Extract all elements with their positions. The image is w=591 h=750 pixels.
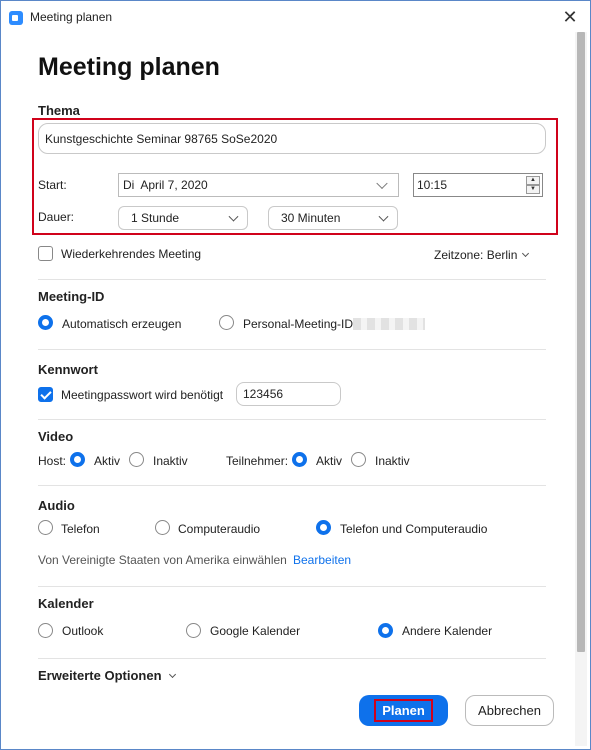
calendar-google-label: Google Kalender <box>210 624 301 638</box>
schedule-meeting-window: Meeting planen ✕ Meeting planen Thema Ku… <box>0 0 591 750</box>
topic-input-value: Kunstgeschichte Seminar 98765 SoSe2020 <box>45 131 278 146</box>
start-label: Start: <box>38 178 67 192</box>
password-value: 123456 <box>243 387 284 401</box>
calendar-other-radio[interactable] <box>378 623 393 638</box>
time-decrement-button[interactable]: ▼ <box>526 185 540 194</box>
page-title: Meeting planen <box>38 53 220 81</box>
duration-minutes-value: 30 Minuten <box>281 211 341 225</box>
calendar-outlook-label: Outlook <box>62 624 104 638</box>
topic-input[interactable]: Kunstgeschichte Seminar 98765 SoSe2020 <box>38 123 546 154</box>
audio-both-label: Telefon und Computeraudio <box>340 522 488 536</box>
close-button[interactable]: ✕ <box>557 5 583 29</box>
video-heading: Video <box>38 429 74 444</box>
divider <box>38 279 546 280</box>
password-required-checkbox[interactable] <box>38 387 53 402</box>
start-date-picker[interactable]: Di April 7, 2020 <box>118 173 399 197</box>
duration-hours-value: 1 Stunde <box>131 211 180 225</box>
audio-computer-radio[interactable] <box>155 520 170 535</box>
window-title: Meeting planen <box>30 10 113 24</box>
meeting-id-heading: Meeting-ID <box>38 289 105 304</box>
calendar-heading: Kalender <box>38 596 94 611</box>
video-participants-label: Teilnehmer: <box>226 454 289 468</box>
start-time-picker[interactable]: 10:15 ▲ ▼ <box>413 173 543 197</box>
recurring-checkbox[interactable] <box>38 246 53 261</box>
divider <box>38 419 546 420</box>
video-host-off-label: Inaktiv <box>153 454 188 468</box>
divider <box>38 485 546 486</box>
video-host-off-radio[interactable] <box>129 452 144 467</box>
cancel-button[interactable]: Abbrechen <box>465 695 554 726</box>
timezone-dropdown[interactable]: Zeitzone: Berlin <box>434 248 517 262</box>
schedule-button-label: Planen <box>374 699 433 722</box>
advanced-options-toggle[interactable]: Erweiterte Optionen <box>38 668 162 683</box>
schedule-button[interactable]: Planen <box>359 695 448 726</box>
meeting-id-personal-label: Personal-Meeting-ID <box>243 317 354 331</box>
calendar-other-label: Andere Kalender <box>402 624 493 638</box>
start-time: 10:15 <box>417 178 448 192</box>
chevron-down-icon <box>378 211 389 222</box>
dial-in-text: Von Vereinigte Staaten von Amerika einwä… <box>38 553 287 567</box>
chevron-down-icon <box>168 670 177 679</box>
calendar-google-radio[interactable] <box>186 623 201 638</box>
redacted-personal-id <box>353 318 425 330</box>
title-bar: Meeting planen ✕ <box>1 1 590 33</box>
video-host-on-label: Aktiv <box>94 454 121 468</box>
topic-heading: Thema <box>38 103 80 118</box>
meeting-id-auto-radio[interactable] <box>38 315 53 330</box>
edit-dial-in-link[interactable]: Bearbeiten <box>293 553 351 567</box>
video-host-on-radio[interactable] <box>70 452 85 467</box>
duration-minutes-select[interactable]: 30 Minuten <box>268 206 398 230</box>
audio-telephone-radio[interactable] <box>38 520 53 535</box>
video-host-label: Host: <box>38 454 67 468</box>
video-participants-on-label: Aktiv <box>316 454 343 468</box>
calendar-outlook-radio[interactable] <box>38 623 53 638</box>
meeting-id-personal-radio[interactable] <box>219 315 234 330</box>
start-date: April 7, 2020 <box>140 178 208 192</box>
zoom-camera-icon <box>9 11 23 25</box>
vertical-scrollbar[interactable] <box>575 32 587 746</box>
divider <box>38 349 546 350</box>
audio-both-radio[interactable] <box>316 520 331 535</box>
video-participants-on-radio[interactable] <box>292 452 307 467</box>
video-participants-off-label: Inaktiv <box>375 454 410 468</box>
cancel-button-label: Abbrechen <box>478 703 541 718</box>
scrollbar-thumb[interactable] <box>577 32 585 652</box>
duration-label: Dauer: <box>38 210 75 224</box>
video-participants-off-radio[interactable] <box>351 452 366 467</box>
audio-heading: Audio <box>38 498 75 513</box>
recurring-label: Wiederkehrendes Meeting <box>61 247 202 261</box>
time-increment-button[interactable]: ▲ <box>526 176 540 185</box>
start-day: Di <box>123 178 135 192</box>
password-input[interactable]: 123456 <box>236 382 341 406</box>
audio-telephone-label: Telefon <box>61 522 100 536</box>
close-icon: ✕ <box>562 7 578 27</box>
duration-hours-select[interactable]: 1 Stunde <box>118 206 248 230</box>
password-required-label: Meetingpasswort wird benötigt <box>61 388 224 402</box>
chevron-down-icon <box>521 249 530 258</box>
chevron-down-icon <box>376 177 388 190</box>
meeting-id-auto-label: Automatisch erzeugen <box>62 317 182 331</box>
password-heading: Kennwort <box>38 362 98 377</box>
chevron-down-icon <box>228 211 239 222</box>
divider <box>38 658 546 659</box>
audio-computer-label: Computeraudio <box>178 522 261 536</box>
divider <box>38 586 546 587</box>
